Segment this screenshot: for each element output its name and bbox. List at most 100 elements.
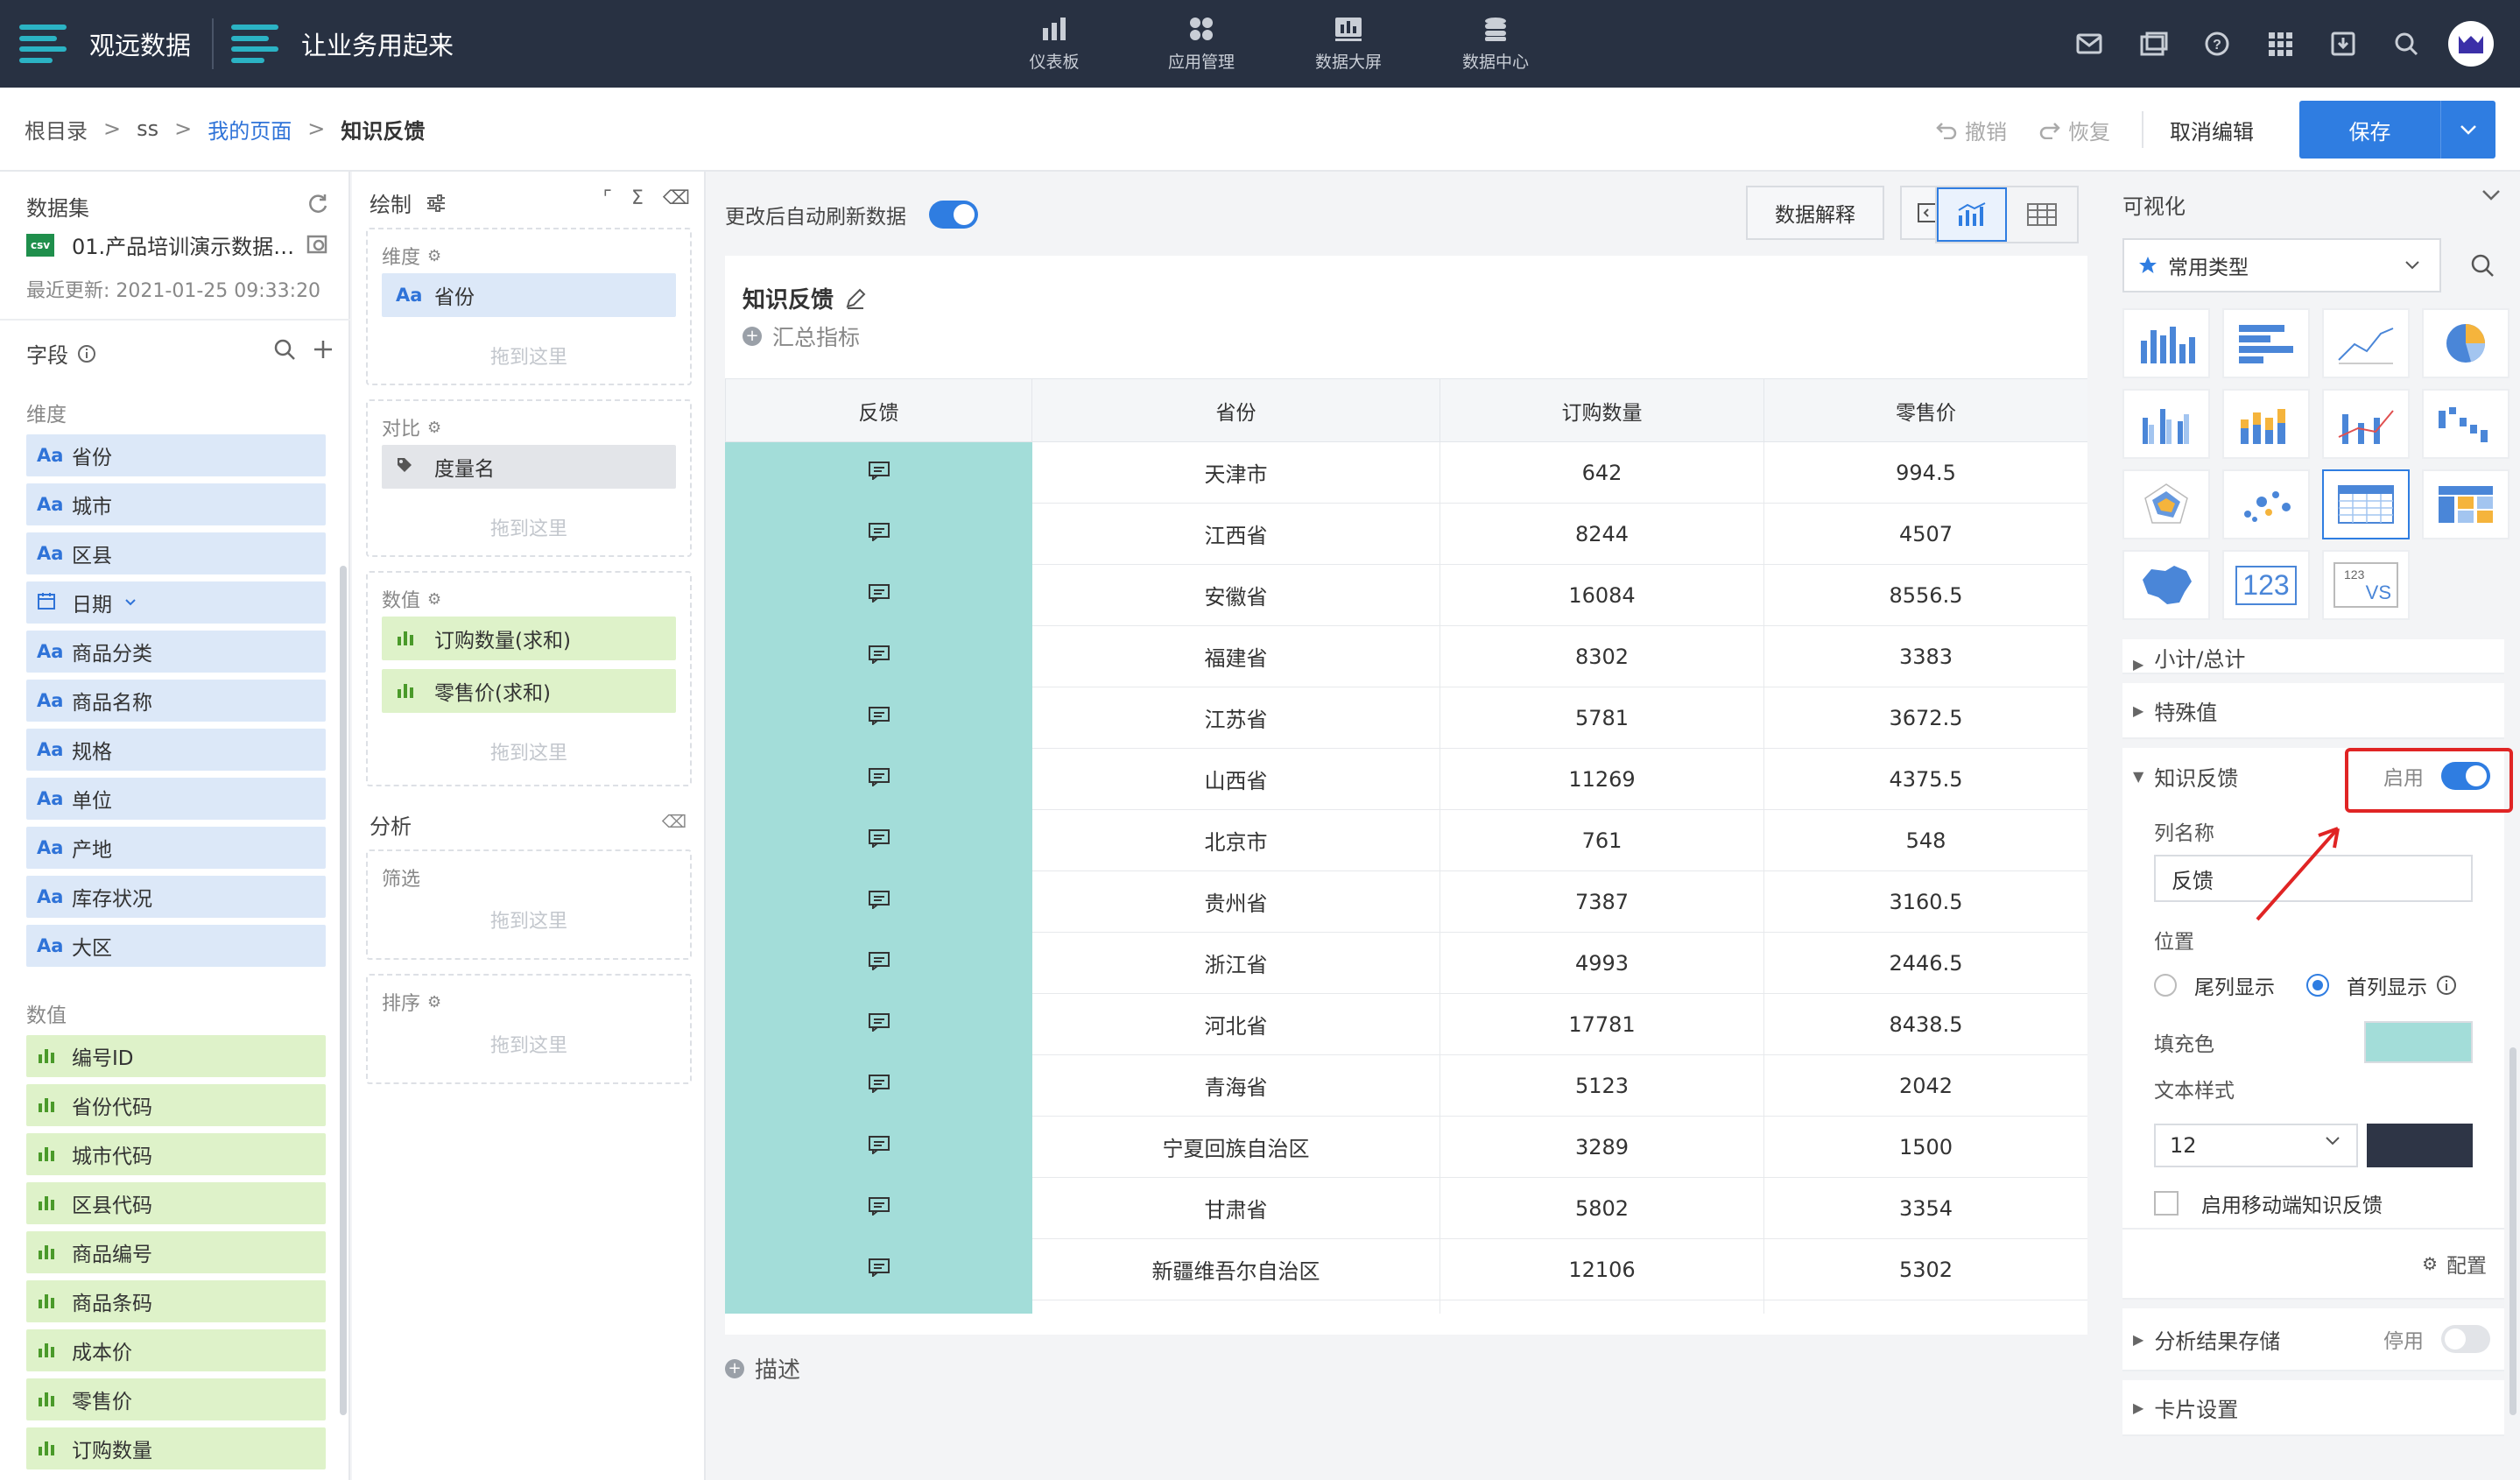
- search-icon[interactable]: [2375, 31, 2438, 57]
- field-dimension[interactable]: Aa 商品分类: [26, 631, 326, 673]
- value-chip[interactable]: 订购数量(求和): [382, 617, 676, 660]
- add-field-icon[interactable]: [312, 338, 334, 361]
- help-icon[interactable]: ?: [2186, 31, 2249, 57]
- edit-pencil-icon[interactable]: [844, 287, 867, 310]
- comment-icon[interactable]: [868, 828, 890, 849]
- field-dimension[interactable]: Aa 单位: [26, 778, 326, 820]
- filter-dropzone[interactable]: 筛选 拖到这里: [366, 849, 692, 960]
- chart-view-button[interactable]: [1937, 187, 2007, 242]
- field-measure[interactable]: 编号ID: [26, 1035, 326, 1077]
- breadcrumb-my-page[interactable]: 我的页面: [208, 114, 292, 144]
- comment-icon[interactable]: [868, 890, 890, 910]
- cancel-edit-button[interactable]: 取消编辑: [2170, 115, 2254, 145]
- redo-button[interactable]: 恢复: [2038, 115, 2110, 145]
- field-dimension[interactable]: Aa 产地: [26, 827, 326, 869]
- font-size-select[interactable]: 12: [2154, 1124, 2359, 1167]
- save-button[interactable]: 保存: [2299, 101, 2441, 159]
- search-fields-icon[interactable]: [273, 338, 296, 361]
- comment-icon[interactable]: [868, 583, 890, 603]
- feedback-cell[interactable]: [725, 1116, 1032, 1178]
- field-measure[interactable]: 商品条码: [26, 1280, 326, 1322]
- summary-metrics-button[interactable]: + 汇总指标: [743, 321, 860, 352]
- eraser-icon[interactable]: ⌫: [662, 811, 686, 832]
- info-icon[interactable]: [2436, 975, 2457, 996]
- mail-icon[interactable]: [2059, 32, 2122, 56]
- horizontal-bar-type[interactable]: [2222, 308, 2310, 378]
- pivot-table-type[interactable]: [2422, 469, 2509, 539]
- mobile-feedback-checkbox[interactable]: [2154, 1191, 2179, 1216]
- bar-chart-type[interactable]: [2122, 308, 2210, 378]
- chevron-down-icon[interactable]: [124, 598, 137, 607]
- field-dimension[interactable]: Aa 大区: [26, 925, 326, 967]
- auto-refresh-toggle[interactable]: [929, 201, 978, 229]
- comment-icon[interactable]: [868, 1258, 890, 1278]
- chart-type-select[interactable]: 常用类型: [2122, 238, 2441, 292]
- dataset-file[interactable]: csv 01.产品培训演示数据…: [26, 229, 294, 260]
- feedback-cell[interactable]: [725, 1238, 1032, 1300]
- dimension-chip[interactable]: Aa 省份: [382, 273, 676, 317]
- nav-app-management[interactable]: 应用管理: [1128, 0, 1275, 88]
- data-table-wrapper[interactable]: 反馈 省份 订购数量 零售价 天津市 642 994.5 江西省 8244 4507 安徽省…: [725, 378, 2087, 1314]
- settings-sliders-icon[interactable]: [426, 194, 447, 213]
- waterfall-chart-type[interactable]: [2422, 389, 2509, 459]
- field-measure[interactable]: 省份代码: [26, 1084, 326, 1126]
- undo-button[interactable]: 撤销: [1935, 115, 2007, 145]
- position-head-radio[interactable]: 首列显示: [2306, 970, 2427, 1000]
- field-measure[interactable]: 商品编号: [26, 1231, 326, 1273]
- stacked-bar-type[interactable]: [2222, 389, 2310, 459]
- table-chart-type[interactable]: [2322, 469, 2410, 539]
- comment-icon[interactable]: [868, 1135, 890, 1155]
- menu-logo-icon[interactable]: [19, 23, 67, 65]
- sigma-icon[interactable]: Σ: [631, 187, 644, 209]
- field-measure[interactable]: 订购数量: [26, 1427, 326, 1469]
- comment-icon[interactable]: [868, 645, 890, 665]
- compare-chip[interactable]: 度量名: [382, 445, 676, 489]
- feedback-cell[interactable]: [725, 748, 1032, 810]
- field-measure[interactable]: 成本价: [26, 1329, 326, 1371]
- feedback-cell[interactable]: [725, 1054, 1032, 1117]
- layout-icon[interactable]: [2122, 32, 2186, 56]
- comment-icon[interactable]: [868, 1074, 890, 1094]
- field-dimension[interactable]: Aa 区县: [26, 532, 326, 574]
- refresh-dataset-icon[interactable]: [306, 193, 329, 215]
- breadcrumb-root[interactable]: 根目录: [25, 114, 88, 144]
- card-settings-section[interactable]: ▶ 卡片设置: [2122, 1380, 2504, 1436]
- nav-data-screen[interactable]: 数据大屏: [1275, 0, 1422, 88]
- feedback-cell[interactable]: [725, 1300, 1032, 1314]
- feedback-cell[interactable]: [725, 503, 1032, 565]
- feedback-cell[interactable]: [725, 625, 1032, 687]
- field-list-scrollbar[interactable]: [340, 566, 347, 1415]
- field-measure[interactable]: 城市代码: [26, 1133, 326, 1175]
- info-icon[interactable]: [77, 344, 96, 363]
- grid-icon[interactable]: [2249, 31, 2312, 57]
- brand-area[interactable]: 观远数据 让业务用起来: [0, 0, 454, 88]
- nav-dashboard[interactable]: 仪表板: [981, 0, 1128, 88]
- search-icon[interactable]: [2469, 252, 2495, 278]
- field-dimension[interactable]: Aa 省份: [26, 434, 326, 476]
- nav-data-center[interactable]: 数据中心: [1422, 0, 1569, 88]
- comment-icon[interactable]: [868, 1012, 890, 1032]
- field-dimension[interactable]: Aa 库存状况: [26, 876, 326, 918]
- gear-icon[interactable]: ⚙: [427, 590, 441, 609]
- scatter-chart-type[interactable]: [2222, 469, 2310, 539]
- comment-icon[interactable]: [868, 706, 890, 726]
- analysis-storage-section[interactable]: ▶ 分析结果存储 停用: [2122, 1308, 2504, 1371]
- comment-icon[interactable]: [868, 461, 890, 481]
- feedback-cell[interactable]: [725, 1177, 1032, 1239]
- add-description-button[interactable]: + 描述: [725, 1352, 800, 1385]
- feedback-cell[interactable]: [725, 870, 1032, 933]
- eraser-icon[interactable]: ⌫: [663, 187, 690, 209]
- feedback-cell[interactable]: [725, 809, 1032, 871]
- subtotal-section[interactable]: ▶ 小计/总计: [2122, 639, 2504, 674]
- config-button[interactable]: 配置: [2446, 1249, 2487, 1279]
- corner-icon[interactable]: ⌜: [603, 187, 612, 209]
- map-chart-type[interactable]: [2122, 550, 2210, 620]
- table-view-button[interactable]: [2007, 187, 2077, 242]
- dimension-dropzone[interactable]: 维度 ⚙ Aa 省份 拖到这里: [366, 228, 692, 385]
- column-header[interactable]: 零售价: [1763, 378, 2087, 442]
- line-chart-type[interactable]: [2322, 308, 2410, 378]
- field-dimension[interactable]: Aa 城市: [26, 483, 326, 525]
- compare-dropzone[interactable]: 对比 ⚙ 度量名 拖到这里: [366, 399, 692, 557]
- analysis-storage-toggle[interactable]: [2441, 1325, 2490, 1353]
- comment-icon[interactable]: [868, 951, 890, 971]
